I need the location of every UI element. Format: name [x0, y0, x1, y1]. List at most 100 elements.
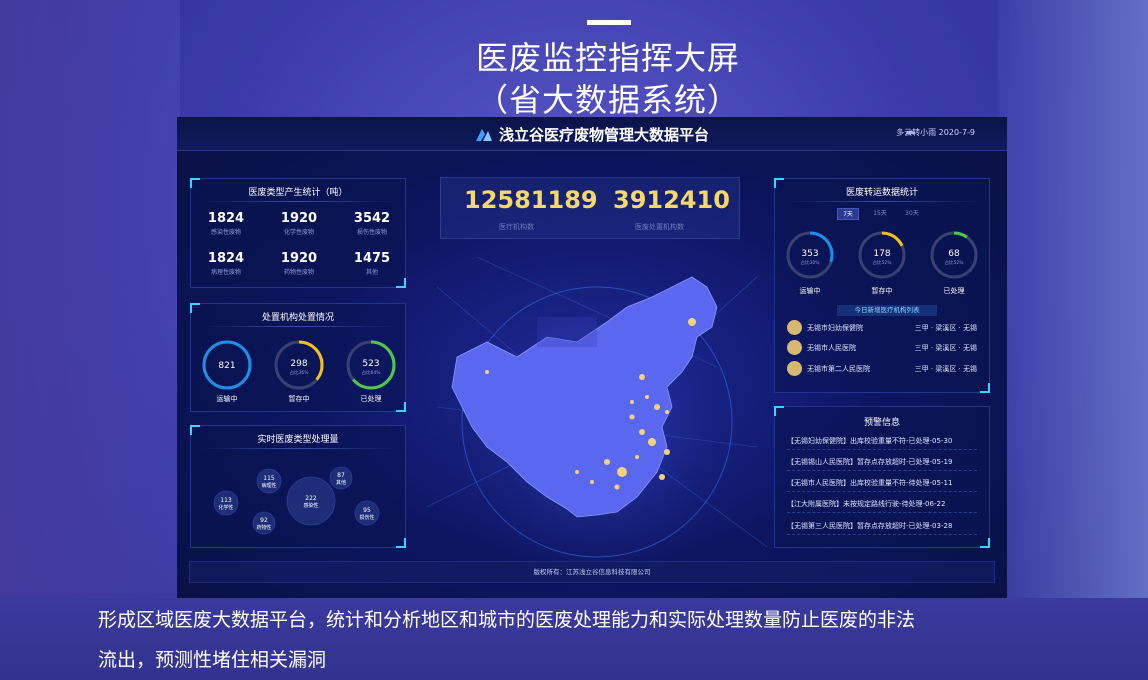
tab-7-days[interactable]: 7天 — [837, 208, 859, 220]
alert-item[interactable]: 【无锡第三人民医院】暂存点存放超时-已处理-03-28 — [787, 517, 977, 535]
ring-sub: 占比52% — [872, 259, 892, 266]
stat-label: 损伤性废物 — [356, 229, 387, 236]
summary-numbers: 12581189 医疗机构数 3912410 医废处置机构数 — [440, 177, 740, 239]
waste-type-panel: 医废类型产生统计（吨） 1824 感染性废物 1920 化学性废物 3542 损… — [190, 178, 406, 288]
slide-subtitle: （省大数据系统） — [475, 81, 740, 119]
ring-gauge: 298占比36% 暂存中 — [274, 340, 324, 403]
copyright-bar: 版权所有：江苏浅立谷信息科技有限公司 — [189, 561, 995, 583]
ring-sub: 占比36% — [289, 369, 309, 376]
stat-label: 药物性废物 — [283, 269, 314, 276]
hospital-icon — [787, 340, 802, 355]
ring-value: 68 — [948, 249, 960, 259]
ring-label: 运输中 — [217, 394, 238, 403]
dashboard-screenshot: 浅立谷医疗废物管理大数据平台 ☁ 多云转小雨 2020-7-9 医废类型产生统计… — [177, 117, 1007, 598]
tab-30-days[interactable]: 30天 — [901, 208, 923, 220]
ring-sub: 占比30% — [800, 259, 820, 266]
alert-item[interactable]: 【无锡锡山人民医院】暂存点存放超时-已处理-05-19 — [787, 453, 977, 471]
medical-org-label: 医疗机构数 — [499, 223, 534, 231]
stat-label: 感染性废物 — [210, 229, 241, 236]
caption-line-2: 流出，预测性堵住相关漏洞 — [98, 649, 327, 671]
ring-label: 已处理 — [944, 286, 965, 295]
ring-sub: 占比52% — [944, 259, 964, 266]
bubble: 113化学性 — [213, 490, 239, 516]
dashboard-header: 浅立谷医疗废物管理大数据平台 ☁ 多云转小雨 2020-7-9 — [177, 117, 1007, 151]
ring-label: 已处理 — [361, 394, 382, 403]
bubble: 95损伤性 — [354, 500, 380, 526]
bubble-value: 87 — [337, 472, 345, 479]
disposal-rings: 821 运输中 298占比36% 暂存中 523占比64% 已处理 — [202, 340, 396, 403]
disposal-panel: 处置机构处置情况 821 运输中 298 占比36% 暂存中 523 占比64% 已处理 — [190, 303, 406, 412]
ring-value: 178 — [873, 249, 890, 259]
panel-title: 医废类型产生统计（吨） — [248, 188, 348, 198]
alert-item[interactable]: 【无锡市人民医院】出库校验重量不符-待处理-05-11 — [787, 474, 977, 492]
bubble-chart: 115病理性87其他222感染性113化学性92药物性95损伤性 — [213, 466, 380, 535]
ring-value: 523 — [362, 359, 379, 369]
org-name: 无锡市人民医院 — [807, 344, 856, 352]
bubble-label: 药物性 — [256, 524, 271, 531]
stat-label: 病理性废物 — [210, 269, 241, 276]
alert-item[interactable]: 【江大附属医院】未按规定路线行驶-待处理-06-22 — [787, 495, 977, 513]
list-item[interactable]: 无锡市人民医院 三甲 · 梁溪区 · 无锡 — [787, 340, 977, 356]
bubble: 87其他 — [329, 466, 353, 490]
stat-label: 化学性废物 — [283, 229, 314, 236]
tab-15-days[interactable]: 15天 — [869, 208, 891, 220]
stat-item: 1920 化学性废物 — [264, 211, 334, 236]
org-meta: 三甲 · 梁溪区 · 无锡 — [914, 344, 977, 352]
ring-gauge: 523占比64% 已处理 — [346, 340, 396, 403]
bubble: 92药物性 — [252, 511, 276, 535]
bubble-value: 222 — [305, 495, 317, 502]
org-meta: 三甲 · 梁溪区 · 无锡 — [914, 324, 977, 332]
ring-gauge: 821 运输中 — [202, 340, 252, 403]
divider — [201, 201, 395, 202]
hospital-icon — [787, 361, 802, 376]
hospital-icon — [787, 320, 802, 335]
caption-line-1: 形成区域医废大数据平台，统计和分析地区和城市的医废处理能力和实际处理数量防止医废… — [98, 609, 916, 631]
list-item[interactable]: 无锡市妇幼保健院 三甲 · 梁溪区 · 无锡 — [787, 320, 977, 336]
bubble-value: 115 — [263, 475, 275, 482]
bubble: 115病理性 — [256, 468, 282, 494]
ring-value: 353 — [801, 249, 818, 259]
org-name: 无锡市妇幼保健院 — [807, 324, 863, 332]
stat-item: 1920 药物性废物 — [264, 251, 334, 276]
ring-sub: 占比64% — [361, 369, 381, 376]
bubble: 222感染性 — [286, 476, 336, 526]
stat-value: 1475 — [353, 251, 391, 266]
bubble-label: 其他 — [336, 479, 346, 486]
bubble-label: 感染性 — [303, 502, 318, 509]
bubble-value: 92 — [260, 517, 268, 524]
stat-item: 3542 损伤性废物 — [337, 211, 407, 236]
stat-label: 其他 — [365, 269, 378, 276]
stat-value: 1824 — [207, 211, 245, 226]
stat-value: 1920 — [280, 211, 318, 226]
ring-value: 821 — [218, 361, 235, 371]
slide-title: 医废监控指挥大屏 — [475, 39, 740, 77]
realtime-panel: 实时医废类型处理量 115 病理性 87 其他 222 感染性 113 化学性 92 药物性 95 损… — [190, 425, 406, 548]
stat-item: 1475 其他 — [337, 251, 407, 276]
panel-title: 预警信息 — [863, 418, 900, 428]
bubble-value: 113 — [220, 497, 232, 504]
logo-icon — [476, 129, 492, 141]
ring-gauge: 178占比52% 暂存中 — [858, 231, 906, 295]
hex-pattern — [537, 317, 597, 347]
transfer-rings: 353占比30%运输中178占比52%暂存中68占比52%已处理 — [786, 231, 978, 295]
ring-label: 暂存中 — [872, 286, 893, 295]
stat-value: 1824 — [207, 251, 245, 266]
alert-item[interactable]: 【无锡妇幼保健院】出库校验重量不符-已处理-05-30 — [787, 432, 977, 450]
ring-gauge: 353占比30% 运输中 — [786, 231, 834, 295]
disposal-org-label: 医废处置机构数 — [635, 223, 684, 231]
china-map — [426, 256, 768, 567]
bubble-label: 化学性 — [218, 504, 233, 511]
list-item[interactable]: 无锡市第二人民医院 三甲 · 梁溪区 · 无锡 — [787, 361, 977, 377]
platform-title: 浅立谷医疗废物管理大数据平台 — [499, 126, 710, 144]
divider — [785, 201, 979, 202]
stat-item: 1824 感染性废物 — [191, 211, 261, 236]
title-accent-bar — [587, 20, 631, 25]
ring-label: 暂存中 — [289, 394, 310, 403]
ring-gauge: 68占比52% 已处理 — [930, 231, 978, 295]
stat-value: 1920 — [280, 251, 318, 266]
ring-label: 运输中 — [800, 286, 821, 295]
stat-value: 3542 — [353, 211, 391, 226]
org-meta: 三甲 · 梁溪区 · 无锡 — [914, 365, 977, 373]
bubble-label: 损伤性 — [359, 514, 374, 521]
bubble-label: 病理性 — [261, 482, 276, 489]
